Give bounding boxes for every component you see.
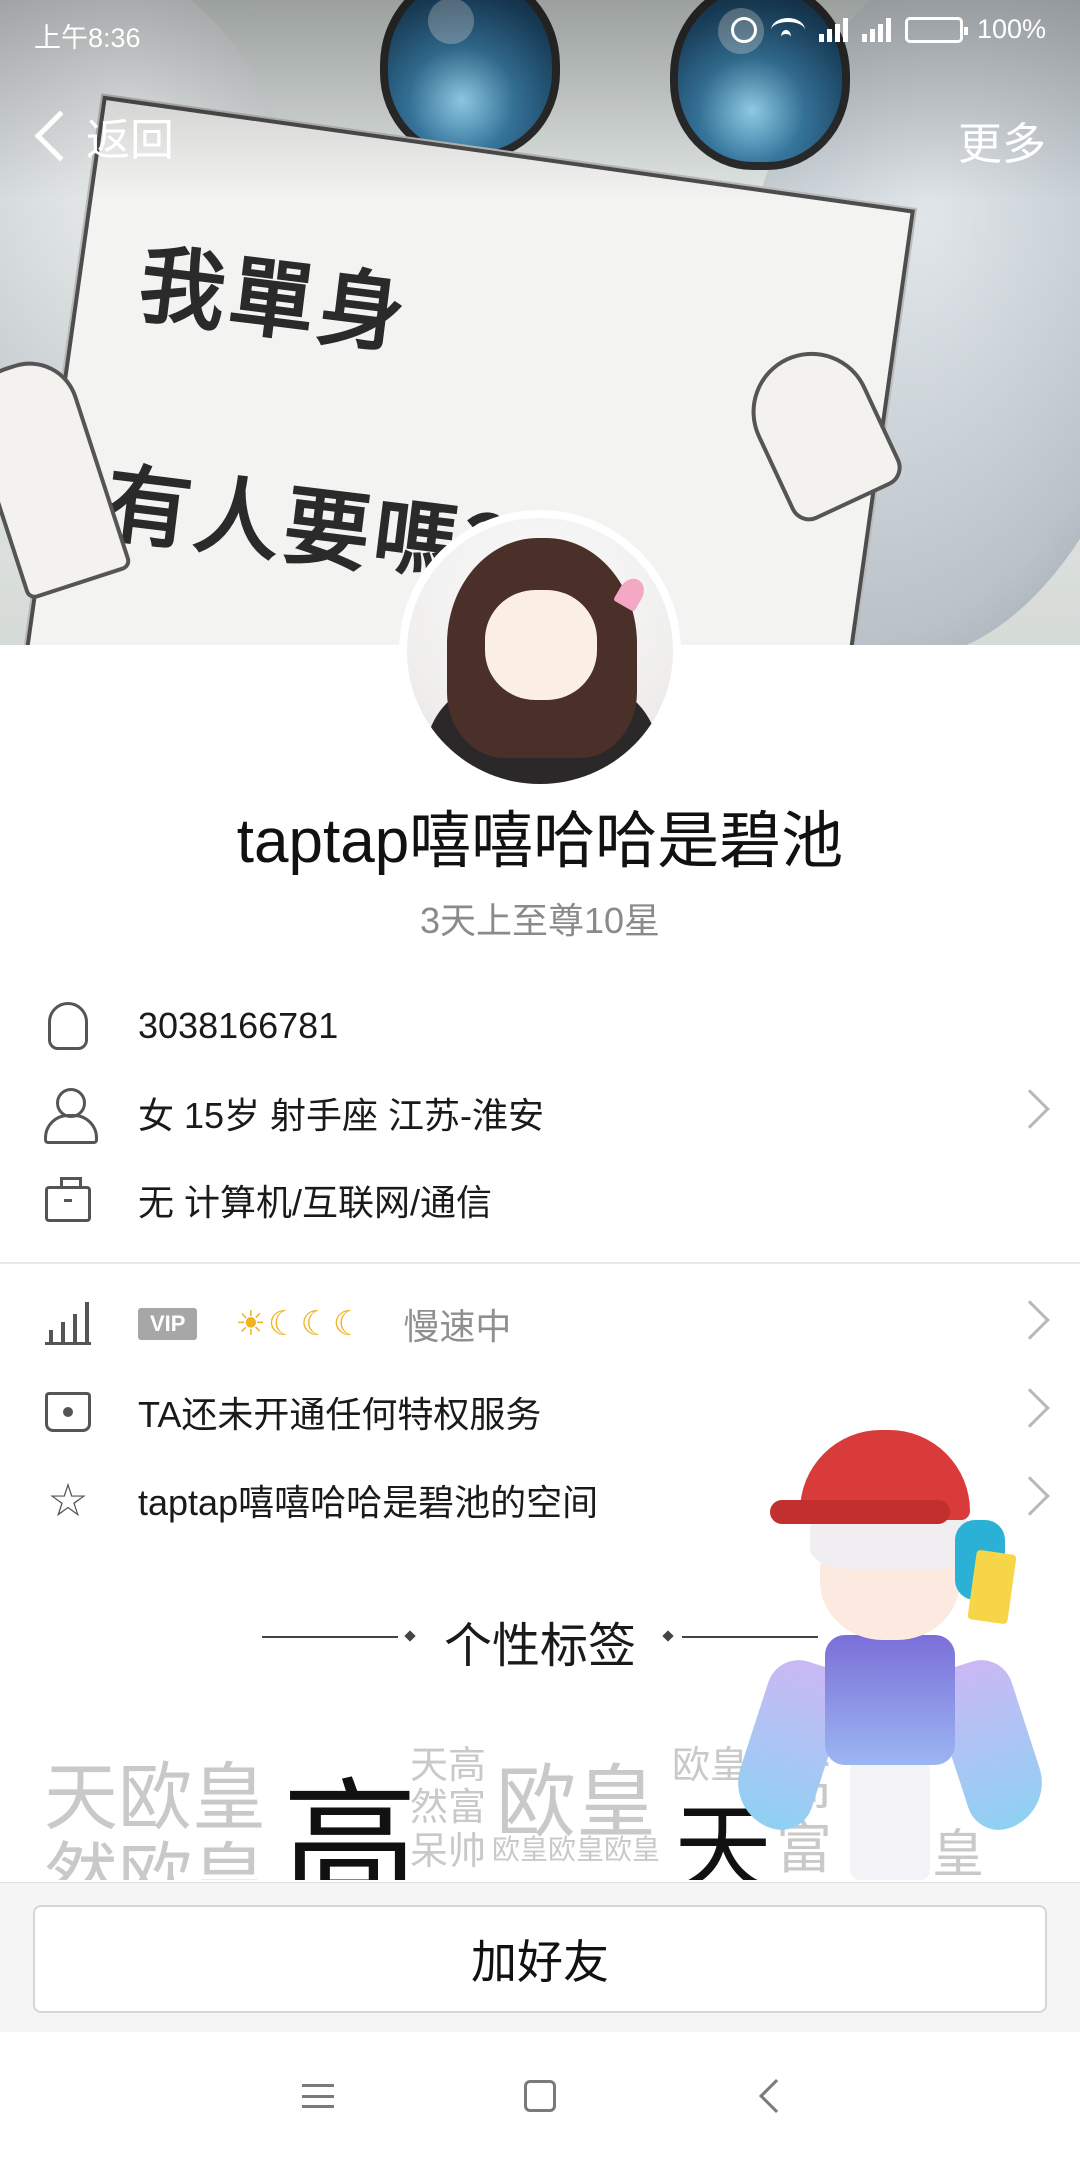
pendant-mascot[interactable] (725, 1420, 1055, 1890)
crown-icon (45, 1392, 91, 1432)
mascot-art-cap-brim (770, 1500, 950, 1524)
chevron-left-icon (34, 110, 86, 162)
tag-item[interactable]: 然欧皇 (44, 1818, 266, 1880)
qq-number: 3038166781 (138, 1005, 339, 1046)
basic-info-row[interactable]: 女 15岁 射手座 江苏-淮安 (0, 1073, 1080, 1153)
profile-name: taptap嘻嘻哈哈是碧池 (236, 807, 844, 876)
mascot-art-legs (850, 1760, 930, 1880)
section-divider (0, 1262, 1080, 1264)
qzone-space-text: taptap嘻嘻哈哈是碧池的空间 (138, 1482, 599, 1523)
speed-status: 慢速中 (403, 1306, 512, 1347)
mascot-art-charm (967, 1549, 1017, 1625)
user-icon (44, 1088, 98, 1144)
privilege-text: TA还未开通任何特权服务 (138, 1394, 542, 1435)
menu-icon[interactable] (302, 2084, 334, 2108)
home-icon[interactable] (524, 2080, 556, 2112)
tag-item[interactable]: 高 (282, 1734, 418, 1880)
bottom-action-bar: 加好友 (0, 1882, 1080, 2032)
profile-subtitle: 3天上至尊10星 (419, 900, 661, 941)
star-icon: ☆ (47, 1473, 89, 1527)
more-button[interactable]: 更多 (958, 108, 1046, 172)
system-navigation-bar (0, 2032, 1080, 2160)
signal-icon (861, 17, 891, 42)
chevron-right-icon (1010, 1089, 1050, 1129)
tag-item[interactable]: 呆帅 (410, 1820, 486, 1875)
qq-number-row: 3038166781 (0, 986, 1080, 1066)
level-icons: ☀☾☾☾ (235, 1304, 366, 1344)
signal-icon (818, 17, 848, 42)
back-button[interactable]: 返回 (28, 104, 174, 168)
avatar[interactable] (399, 510, 681, 792)
avatar-art-face (485, 590, 597, 700)
briefcase-icon (45, 1177, 91, 1222)
vip-level-row[interactable]: VIP ☀☾☾☾ 慢速中 (0, 1284, 1080, 1364)
back-label: 返回 (86, 116, 174, 165)
chevron-right-icon (1010, 1300, 1050, 1340)
basic-info-text: 女 15岁 射手座 江苏-淮安 (138, 1095, 545, 1136)
wifi-icon (770, 17, 805, 42)
work-info-text: 无 计算机/互联网/通信 (138, 1182, 493, 1223)
penguin-icon (48, 1002, 88, 1050)
status-time: 上午8:36 (34, 23, 141, 53)
battery-percent: 100% (976, 14, 1046, 44)
tag-item[interactable]: 欧皇 (496, 1738, 656, 1854)
work-info-row: 无 计算机/互联网/通信 (0, 1160, 1080, 1240)
vip-badge: VIP (138, 1308, 198, 1340)
bar-chart-icon (45, 1302, 91, 1345)
status-icons: 100% (730, 14, 1046, 45)
mascot-art-torso (825, 1635, 955, 1765)
avatar-image (407, 518, 673, 784)
status-bar: 上午8:36 100% (0, 0, 1080, 66)
alarm-icon (730, 16, 757, 43)
add-friend-button[interactable]: 加好友 (33, 1905, 1047, 2013)
battery-icon (904, 16, 968, 43)
back-icon[interactable] (759, 2079, 793, 2113)
